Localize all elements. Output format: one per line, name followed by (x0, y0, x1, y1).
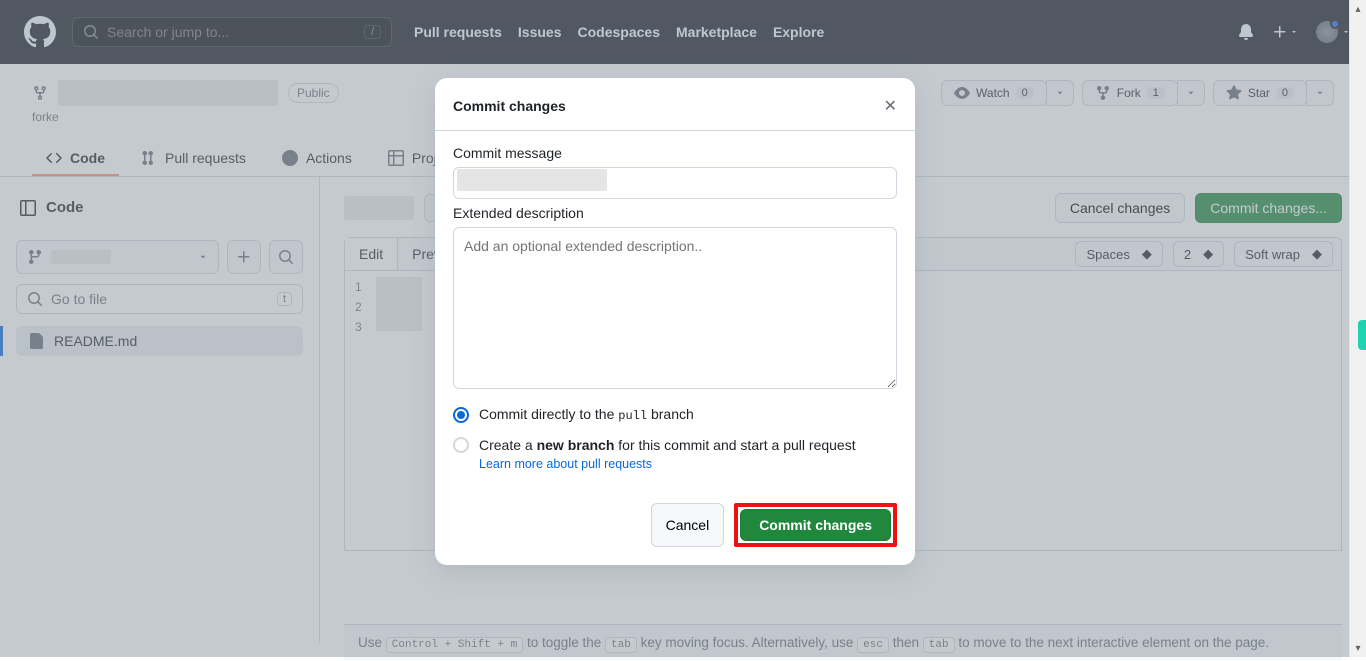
modal-cancel-button[interactable]: Cancel (651, 503, 725, 547)
learn-more-link[interactable]: Learn more about pull requests (479, 457, 652, 471)
commit-button-highlight: Commit changes (734, 503, 897, 547)
commit-message-label: Commit message (453, 145, 897, 161)
radio-checked-icon (453, 407, 469, 423)
commit-modal: Commit changes ✕ Commit message Extended… (435, 78, 915, 565)
scroll-down-icon[interactable]: ▾ (1350, 639, 1366, 657)
description-label: Extended description (453, 205, 897, 221)
side-indicator (1358, 320, 1366, 350)
new-branch-option[interactable]: Create a new branch for this commit and … (453, 437, 897, 453)
scroll-up-icon[interactable]: ▴ (1350, 0, 1366, 18)
commit-message-redacted (457, 169, 607, 191)
close-icon[interactable]: ✕ (884, 96, 897, 116)
description-textarea[interactable] (453, 227, 897, 389)
modal-title: Commit changes (453, 98, 566, 114)
commit-direct-option[interactable]: Commit directly to the pull branch (453, 406, 897, 423)
modal-commit-button[interactable]: Commit changes (740, 509, 891, 541)
radio-unchecked-icon (453, 437, 469, 453)
